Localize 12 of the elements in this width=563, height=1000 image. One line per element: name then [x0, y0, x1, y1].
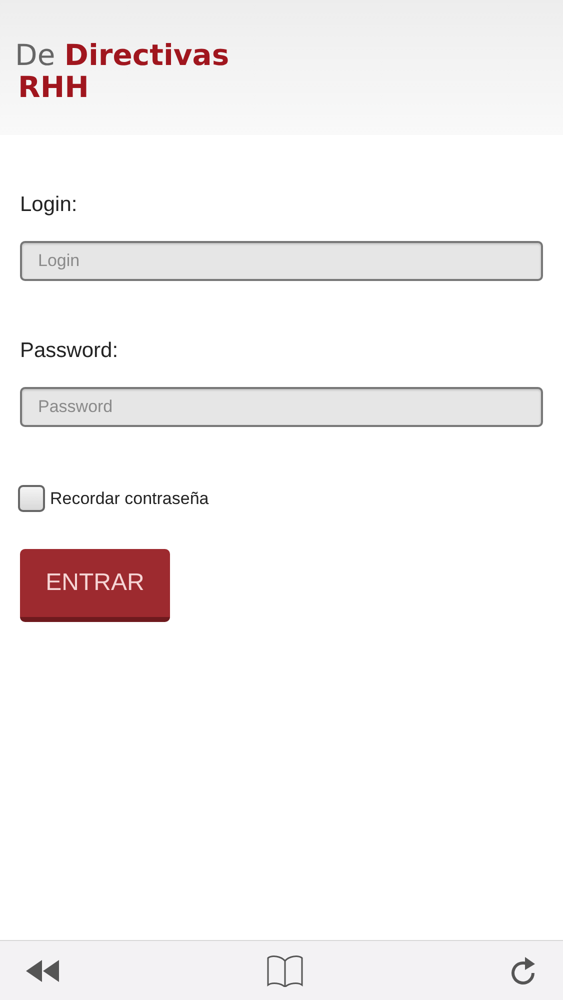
site-title: De Directivas — [15, 38, 230, 72]
field-label: Login: — [20, 193, 78, 217]
site-subtitle: RHH — [18, 70, 89, 104]
book-icon[interactable] — [266, 954, 302, 986]
checkbox-label: Recordar contraseña — [50, 488, 209, 510]
reload-icon[interactable] — [509, 956, 537, 986]
input-field[interactable]: Login — [20, 241, 543, 281]
submit-button[interactable]: ENTRAR — [20, 549, 170, 622]
rewind-icon[interactable] — [26, 960, 60, 982]
field-label: Password: — [20, 339, 118, 363]
checkbox[interactable] — [18, 485, 45, 512]
input-field[interactable]: Password — [20, 387, 543, 427]
